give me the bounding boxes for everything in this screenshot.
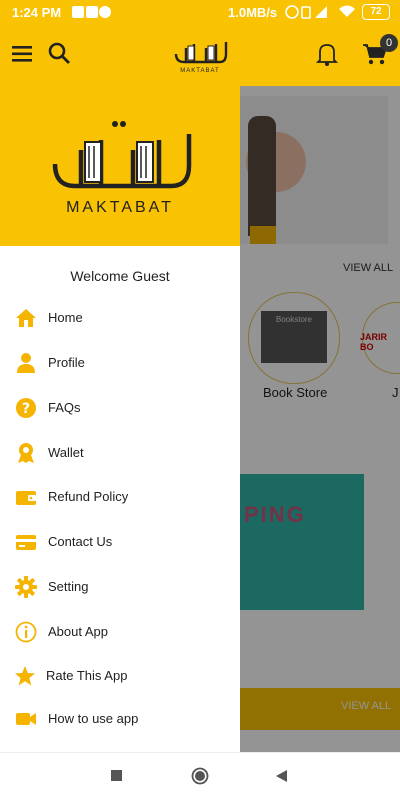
status-time: 1:24 PM [12, 5, 62, 20]
video-icon [15, 708, 37, 730]
app-logo-text: MAKTABAT [180, 68, 220, 74]
menu-label: Setting [48, 579, 89, 594]
person-icon [15, 352, 37, 374]
app-bar: MAKTABAT 0 [0, 24, 400, 86]
drawer-logo-text: MAKTABAT [66, 199, 174, 216]
menu-label: Rate This App [46, 668, 128, 683]
menu-item-faqs[interactable]: ? FAQs [0, 388, 240, 428]
menu-item-setting[interactable]: Setting [0, 567, 240, 607]
drawer-logo: MAKTABAT [45, 114, 195, 216]
wifi-icon [338, 4, 356, 21]
drawer-scrim[interactable] [240, 86, 400, 752]
menu-label: How to use app [48, 711, 139, 726]
menu-item-rate-app[interactable]: Rate This App [0, 656, 240, 696]
svg-text:?: ? [22, 401, 30, 417]
home-icon [15, 307, 37, 329]
system-nav-bar [0, 752, 400, 801]
menu-label: Refund Policy [48, 489, 129, 504]
menu-item-profile[interactable]: Profile [0, 343, 240, 383]
card-icon [15, 531, 37, 553]
menu-item-refund-policy[interactable]: Refund Policy [0, 477, 240, 517]
cart-count-badge: 0 [380, 34, 398, 52]
menu-icon[interactable] [12, 44, 34, 64]
menu-item-about-app[interactable]: About App [0, 612, 240, 652]
menu-label: Home [48, 310, 83, 325]
status-bar: 1:24 PM 1.0MB/s 72 [0, 0, 400, 24]
menu-item-home[interactable]: Home [0, 298, 240, 338]
info-icon [15, 621, 37, 643]
status-icons [72, 5, 112, 22]
system-icons [285, 4, 335, 23]
menu-label: About App [48, 624, 108, 639]
navigation-drawer: MAKTABAT Welcome Guest Home Profile ? FA… [0, 86, 240, 752]
award-icon [15, 442, 37, 464]
network-speed: 1.0MB/s [228, 5, 278, 20]
gear-icon [15, 576, 37, 598]
battery-indicator: 72 [362, 4, 390, 20]
back-button[interactable] [274, 769, 288, 783]
wallet-icon [15, 486, 37, 508]
drawer-header: MAKTABAT [0, 86, 240, 246]
welcome-text: Welcome Guest [70, 268, 170, 284]
menu-label: Contact Us [48, 534, 113, 549]
app-logo: MAKTABAT [172, 34, 228, 74]
menu-item-how-to-use[interactable]: How to use app [0, 699, 240, 739]
recents-button[interactable] [111, 770, 122, 781]
menu-item-wallet[interactable]: Wallet [0, 433, 240, 473]
menu-label: Wallet [48, 445, 84, 460]
menu-label: FAQs [48, 400, 81, 415]
menu-label: Profile [48, 355, 85, 370]
menu-item-contact-us[interactable]: Contact Us [0, 522, 240, 562]
question-icon: ? [15, 397, 37, 419]
star-icon [14, 665, 36, 687]
home-button[interactable] [191, 767, 209, 785]
search-icon[interactable] [47, 41, 71, 65]
bell-icon[interactable] [315, 42, 339, 66]
